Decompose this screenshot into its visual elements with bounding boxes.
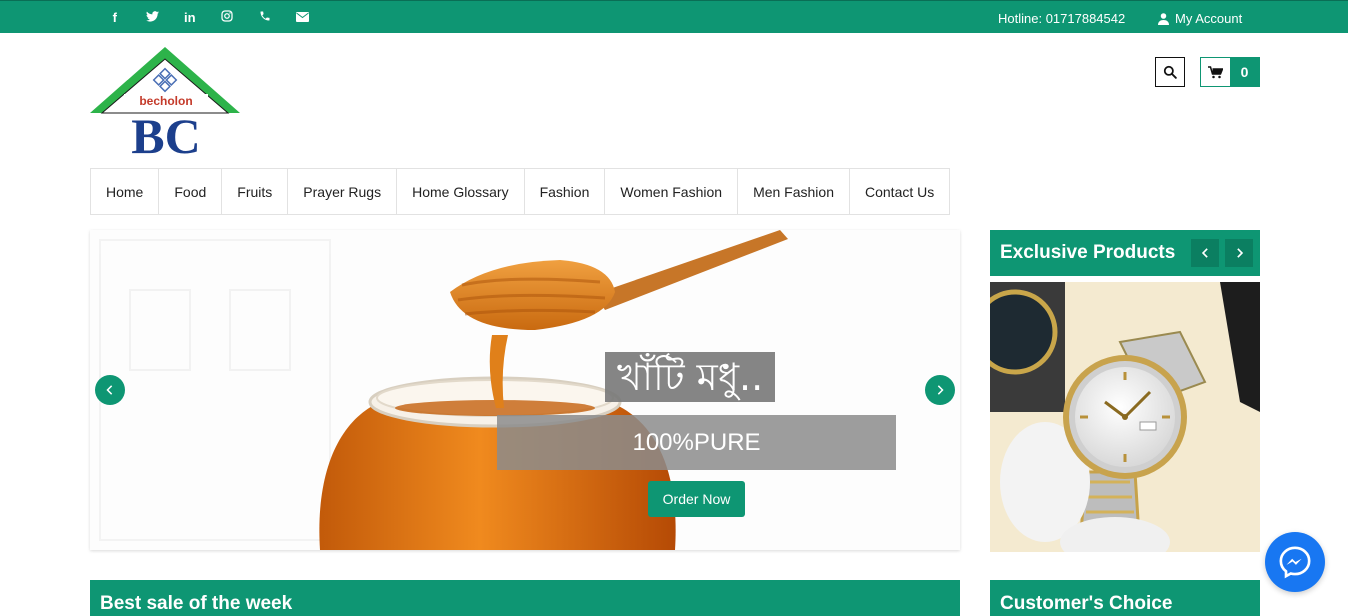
hero-slider: খাঁটি মধু.. 100%PURE Order Now <box>90 230 960 550</box>
facebook-icon[interactable]: f <box>96 10 134 25</box>
phone-icon[interactable] <box>246 10 284 25</box>
order-now-button[interactable]: Order Now <box>648 481 745 517</box>
exclusive-next-button[interactable] <box>1225 239 1253 267</box>
chevron-right-icon <box>1236 248 1243 258</box>
customers-choice-heading: Customer's Choice <box>990 580 1260 616</box>
chevron-left-icon <box>1201 248 1208 258</box>
nav-item-home[interactable]: Home <box>91 169 160 214</box>
best-sale-heading: Best sale of the week <box>90 580 960 616</box>
social-links: f in <box>96 1 321 34</box>
top-bar: f in Hotline: 01717884542 My Account <box>0 0 1348 33</box>
chevron-right-icon <box>937 385 944 395</box>
search-button[interactable] <box>1155 57 1185 87</box>
exclusive-prev-button[interactable] <box>1191 239 1219 267</box>
hotline-text: Hotline: 01717884542 <box>998 11 1126 26</box>
instagram-icon[interactable] <box>209 10 247 25</box>
watch-product-image[interactable] <box>990 282 1260 552</box>
honey-jar-image <box>90 230 960 550</box>
messenger-chat-button[interactable] <box>1265 532 1325 592</box>
cart-button[interactable]: 0 <box>1200 57 1260 87</box>
chevron-left-icon <box>106 385 113 395</box>
nav-item-fashion[interactable]: Fashion <box>525 169 606 214</box>
search-icon <box>1163 65 1177 79</box>
cart-icon <box>1208 65 1223 78</box>
exclusive-products-panel: Exclusive Products <box>990 230 1260 552</box>
nav-item-home-glossary[interactable]: Home Glossary <box>397 169 525 214</box>
slider-subline: 100%PURE <box>497 415 896 470</box>
my-account-link[interactable]: My Account <box>1158 11 1242 26</box>
messenger-icon <box>1279 546 1311 579</box>
my-account-label: My Account <box>1175 11 1243 26</box>
logo-monogram: BC <box>131 108 200 157</box>
slider-headline: খাঁটি মধু.. <box>605 352 776 402</box>
logo-brand-text: becholon <box>139 94 192 108</box>
nav-item-food[interactable]: Food <box>159 169 223 214</box>
cart-count: 0 <box>1230 58 1259 86</box>
main-nav: Home Food Fruits Prayer Rugs Home Glossa… <box>90 168 951 215</box>
envelope-icon[interactable] <box>284 10 322 25</box>
nav-item-fruits[interactable]: Fruits <box>222 169 289 214</box>
twitter-icon[interactable] <box>134 10 172 25</box>
nav-item-women-fashion[interactable]: Women Fashion <box>605 169 739 214</box>
slider-next-button[interactable] <box>925 375 955 405</box>
site-logo[interactable]: becholon BC <box>90 47 240 164</box>
exclusive-products-title: Exclusive Products <box>1000 242 1176 263</box>
nav-item-men-fashion[interactable]: Men Fashion <box>738 169 850 214</box>
nav-item-prayer-rugs[interactable]: Prayer Rugs <box>288 169 398 214</box>
linkedin-icon[interactable]: in <box>171 10 209 25</box>
nav-item-contact-us[interactable]: Contact Us <box>850 169 949 214</box>
slider-prev-button[interactable] <box>95 375 125 405</box>
user-icon <box>1158 12 1169 25</box>
